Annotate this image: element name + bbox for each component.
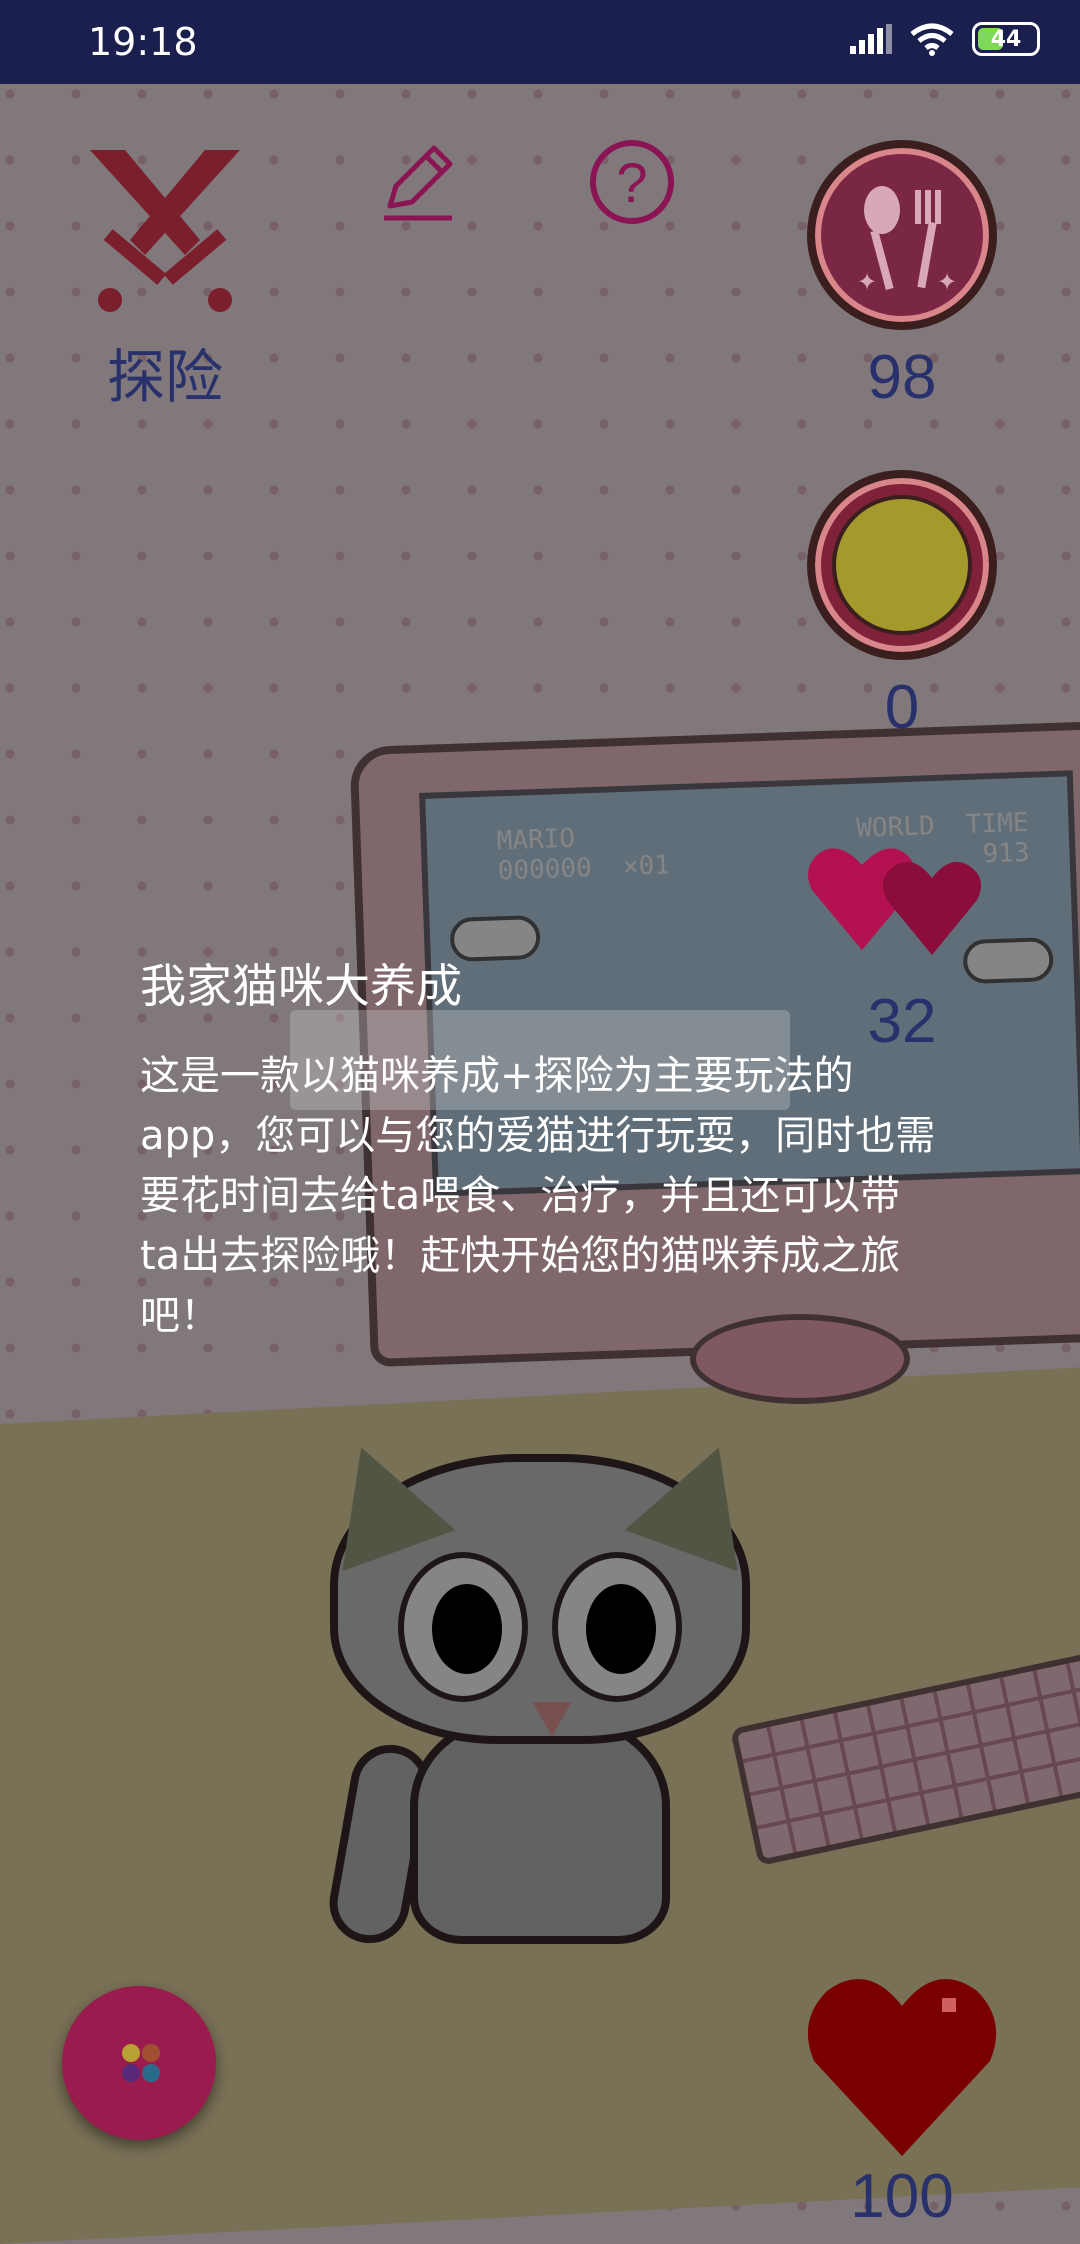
- help-question-icon: ?: [616, 150, 648, 214]
- dialog-body: 这是一款以猫咪养成+探险为主要玩法的app，您可以与您的爱猫进行玩耍，同时也需要…: [140, 1053, 936, 1339]
- mood-stat[interactable]: 0: [800, 470, 1004, 743]
- food-stat[interactable]: ✦ ✦ 98: [800, 140, 1004, 413]
- food-value: 98: [867, 343, 937, 412]
- status-icons: 44: [850, 22, 1040, 56]
- svg-text:✦: ✦: [937, 268, 957, 296]
- health-value: 100: [850, 2162, 954, 2231]
- explore-button[interactable]: 探险: [80, 140, 250, 411]
- svg-text:✦: ✦: [857, 268, 877, 296]
- battery-icon: 44: [972, 22, 1040, 56]
- signal-icon: [850, 24, 892, 54]
- health-heart-icon: [802, 1966, 1002, 2161]
- mood-value: 0: [884, 673, 920, 742]
- crossed-swords-icon: [90, 150, 240, 312]
- status-time: 19:18: [88, 20, 198, 64]
- menu-dot-3: [122, 2064, 140, 2082]
- intro-dialog: 我家猫咪大养成 这是一款以猫咪养成+探险为主要玩法的app，您可以与您的爱猫进行…: [140, 950, 940, 1346]
- battery-level: 44: [990, 26, 1022, 52]
- health-stat[interactable]: 100: [800, 1966, 1004, 2232]
- menu-fab-button[interactable]: [62, 1986, 216, 2140]
- wifi-icon: [910, 23, 954, 56]
- status-bar: 19:18 44: [0, 0, 1080, 84]
- menu-dot-4: [142, 2064, 160, 2082]
- menu-dots-icon: [122, 2044, 140, 2062]
- edit-pencil-icon: [384, 145, 453, 221]
- menu-dot-2: [142, 2044, 160, 2062]
- dialog-title: 我家猫咪大养成: [140, 959, 462, 1013]
- food-icon: ✦ ✦: [807, 140, 997, 330]
- mood-face: [832, 495, 972, 635]
- explore-label: 探险: [106, 343, 223, 411]
- mood-icon: [807, 470, 997, 660]
- edit-button[interactable]: [376, 140, 460, 224]
- help-button[interactable]: ?: [590, 140, 674, 224]
